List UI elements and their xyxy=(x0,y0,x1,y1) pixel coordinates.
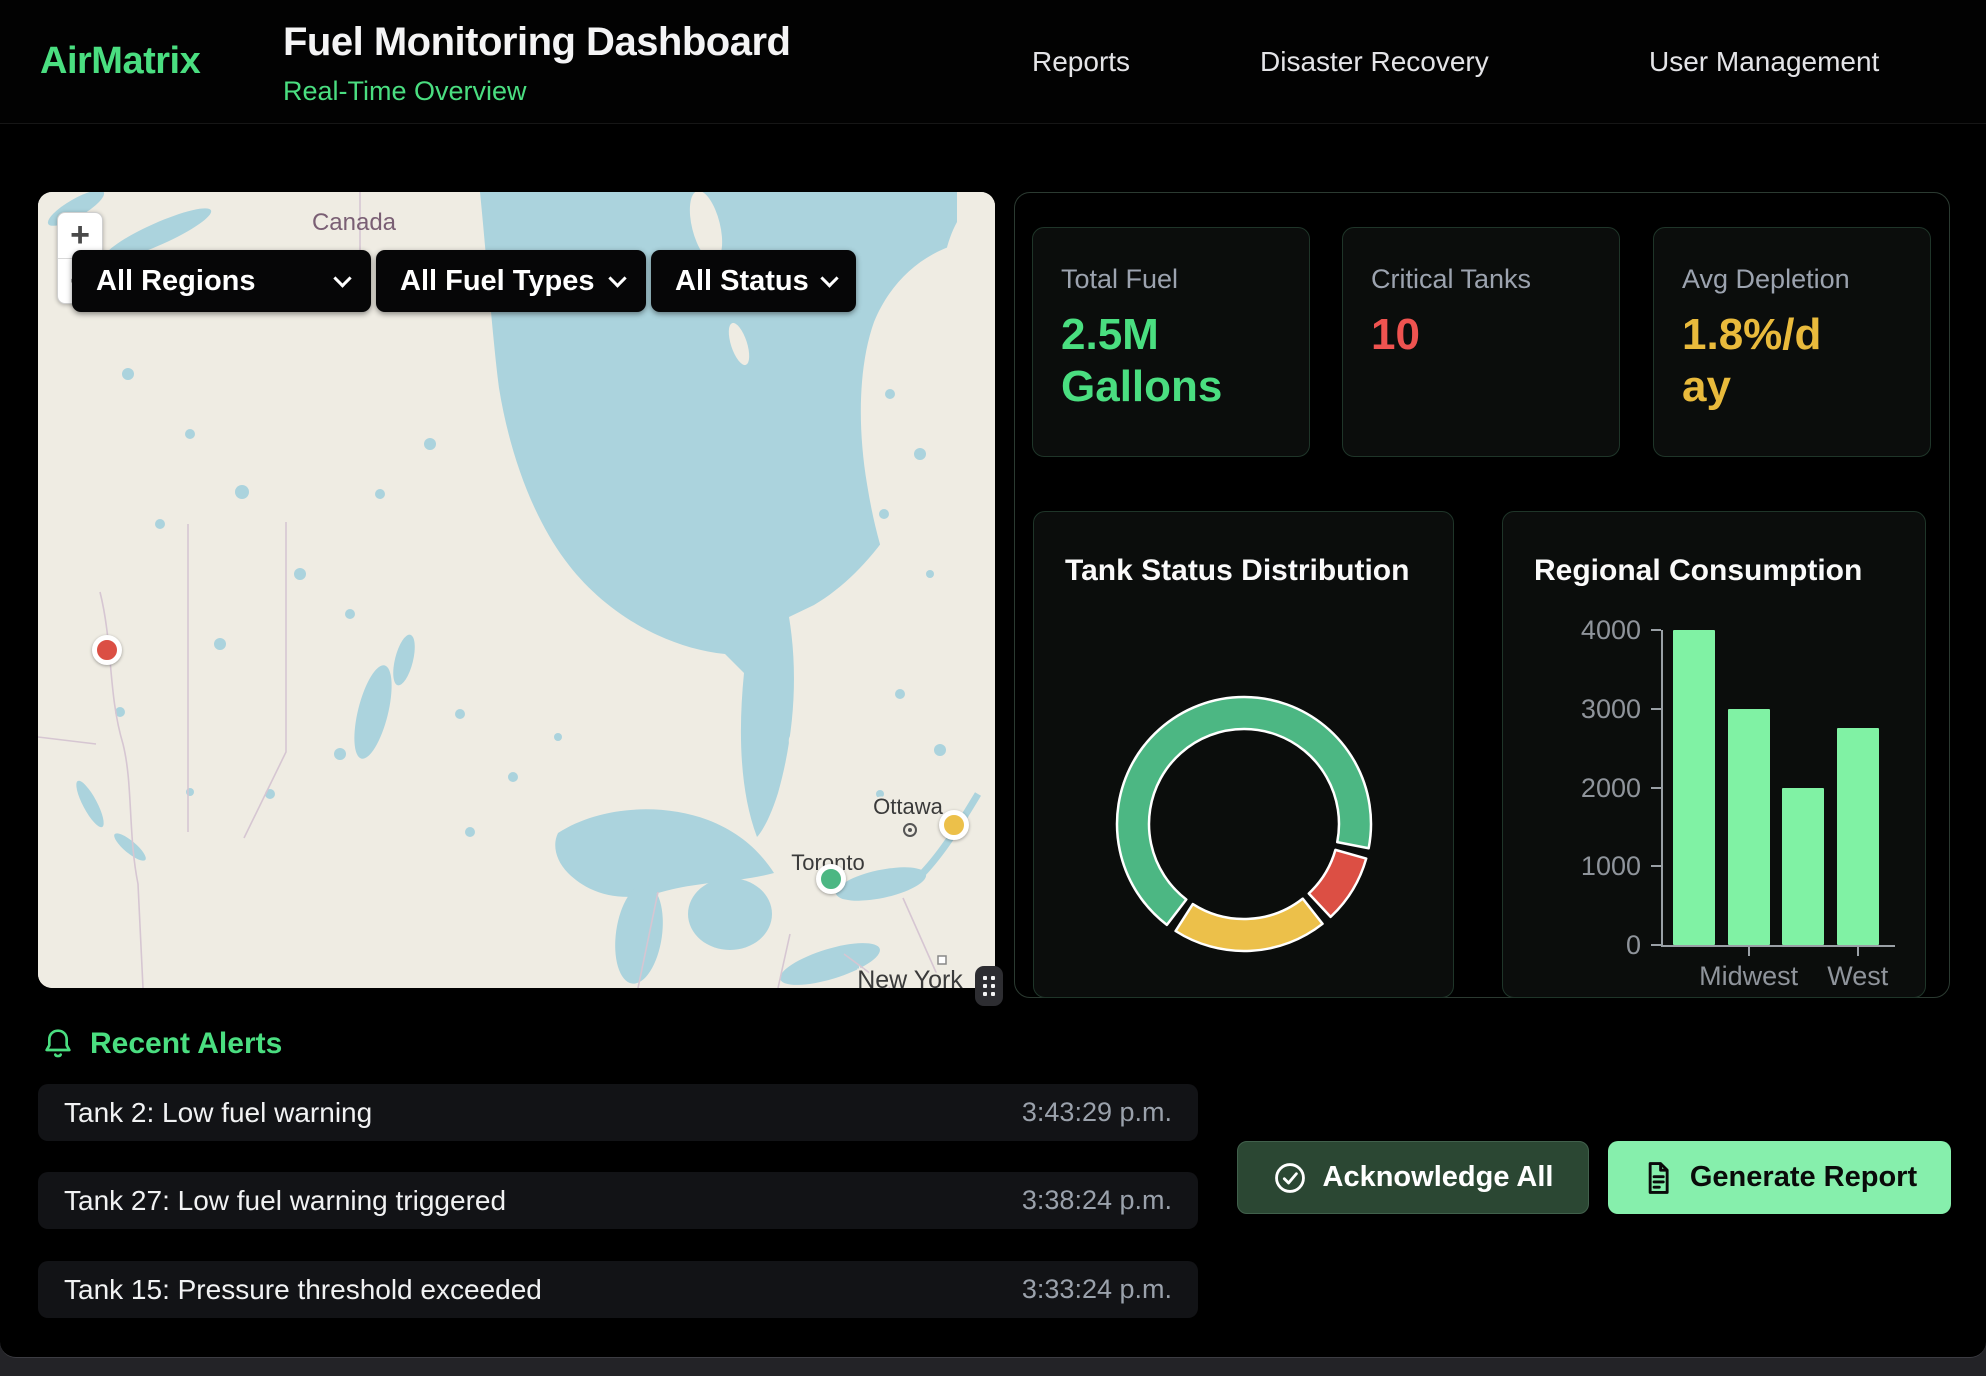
map-marker-warning[interactable] xyxy=(939,810,969,840)
map-filters: All Regions All Fuel Types All Status xyxy=(72,250,856,312)
y-axis-line xyxy=(1661,630,1663,947)
generate-report-button[interactable]: Generate Report xyxy=(1608,1141,1951,1214)
y-tick-mark xyxy=(1651,944,1661,946)
bar-chart: 01000200030004000MidwestWest xyxy=(1503,512,1927,999)
stat-value: 10 xyxy=(1371,309,1521,361)
stat-card-critical-tanks: Critical Tanks 10 xyxy=(1342,227,1620,457)
y-tick-mark xyxy=(1651,787,1661,789)
alerts-title: Recent Alerts xyxy=(90,1027,282,1061)
y-tick-label: 0 xyxy=(1521,930,1641,961)
alert-timestamp: 3:38:24 p.m. xyxy=(1022,1185,1172,1216)
resize-handle-icon[interactable] xyxy=(975,966,1003,1006)
stat-label: Avg Depletion xyxy=(1682,264,1902,295)
map-label-newyork: New York xyxy=(857,966,963,988)
alert-row[interactable]: Tank 27: Low fuel warning triggered 3:38… xyxy=(38,1172,1198,1229)
nav-user-management[interactable]: User Management xyxy=(1649,46,1879,78)
x-tick-mark xyxy=(1857,947,1859,956)
status-filter-value: All Status xyxy=(675,265,809,298)
x-tick-mark xyxy=(1748,947,1750,956)
map-label-ottawa: Ottawa xyxy=(873,794,943,819)
y-tick-mark xyxy=(1651,708,1661,710)
stat-label: Total Fuel xyxy=(1061,264,1281,295)
bar-0 xyxy=(1673,630,1715,945)
regional-consumption-card: Regional Consumption 01000200030004000Mi… xyxy=(1502,511,1926,998)
document-icon xyxy=(1642,1161,1674,1195)
y-tick-label: 1000 xyxy=(1521,851,1641,882)
map-town-dot-newyork xyxy=(938,956,946,964)
generate-report-label: Generate Report xyxy=(1690,1161,1917,1194)
y-tick-label: 4000 xyxy=(1521,615,1641,646)
map-marker-critical[interactable] xyxy=(92,635,122,665)
donut-segment-warning xyxy=(1176,899,1323,951)
bar-3 xyxy=(1837,728,1879,945)
stat-card-total-fuel: Total Fuel 2.5M Gallons xyxy=(1032,227,1310,457)
bar-1 xyxy=(1728,709,1770,945)
map-label-country: Canada xyxy=(312,209,397,236)
nav-disaster-recovery[interactable]: Disaster Recovery xyxy=(1260,46,1489,78)
alert-text: Tank 27: Low fuel warning triggered xyxy=(64,1185,506,1217)
screen: AirMatrix Fuel Monitoring Dashboard Real… xyxy=(0,0,1986,1376)
map-town-dot-ottawa-center xyxy=(908,828,912,832)
alert-row[interactable]: Tank 15: Pressure threshold exceeded 3:3… xyxy=(38,1261,1198,1318)
map-marker-normal[interactable] xyxy=(816,864,846,894)
y-tick-label: 3000 xyxy=(1521,694,1641,725)
alert-row[interactable]: Tank 2: Low fuel warning 3:43:29 p.m. xyxy=(38,1084,1198,1141)
fuel-type-filter-dropdown[interactable]: All Fuel Types xyxy=(376,250,646,312)
acknowledge-all-label: Acknowledge All xyxy=(1323,1161,1554,1194)
check-circle-icon xyxy=(1273,1161,1307,1195)
alert-text: Tank 15: Pressure threshold exceeded xyxy=(64,1274,542,1306)
alert-timestamp: 3:43:29 p.m. xyxy=(1022,1097,1172,1128)
alerts-header: Recent Alerts xyxy=(42,1026,282,1062)
status-filter-dropdown[interactable]: All Status xyxy=(651,250,856,312)
fuel-type-filter-value: All Fuel Types xyxy=(400,265,594,298)
nav-reports[interactable]: Reports xyxy=(1032,46,1130,78)
map-lake-huron xyxy=(688,878,772,950)
map-panel[interactable]: Canada Ottawa Toronto New York + − All R… xyxy=(38,192,995,988)
stat-value: 2.5M Gallons xyxy=(1061,309,1261,413)
stat-card-avg-depletion: Avg Depletion 1.8%/day xyxy=(1653,227,1931,457)
region-filter-dropdown[interactable]: All Regions xyxy=(72,250,371,312)
alert-text: Tank 2: Low fuel warning xyxy=(64,1097,372,1129)
chevron-down-icon xyxy=(820,269,838,287)
brand-logo: AirMatrix xyxy=(40,40,200,83)
chevron-down-icon xyxy=(608,269,626,287)
bell-icon xyxy=(42,1026,74,1062)
x-tick-label: West xyxy=(1778,961,1938,992)
overview-panel: Total Fuel 2.5M Gallons Critical Tanks 1… xyxy=(1014,192,1950,998)
alert-timestamp: 3:33:24 p.m. xyxy=(1022,1274,1172,1305)
x-axis-line xyxy=(1661,945,1895,947)
stat-label: Critical Tanks xyxy=(1371,264,1591,295)
page-title: Fuel Monitoring Dashboard xyxy=(283,20,790,65)
acknowledge-all-button[interactable]: Acknowledge All xyxy=(1237,1141,1589,1214)
donut-chart-title: Tank Status Distribution xyxy=(1065,554,1409,588)
chevron-down-icon xyxy=(333,269,351,287)
y-tick-mark xyxy=(1651,629,1661,631)
y-tick-label: 2000 xyxy=(1521,773,1641,804)
bar-2 xyxy=(1782,788,1824,946)
stat-value: 1.8%/day xyxy=(1682,309,1832,413)
app-window: AirMatrix Fuel Monitoring Dashboard Real… xyxy=(0,0,1986,1358)
page-subtitle: Real-Time Overview xyxy=(283,76,527,107)
y-tick-mark xyxy=(1651,865,1661,867)
region-filter-value: All Regions xyxy=(96,265,256,298)
header: AirMatrix Fuel Monitoring Dashboard Real… xyxy=(0,0,1986,124)
donut-segment-critical xyxy=(1309,850,1366,917)
tank-status-card: Tank Status Distribution xyxy=(1033,511,1454,998)
